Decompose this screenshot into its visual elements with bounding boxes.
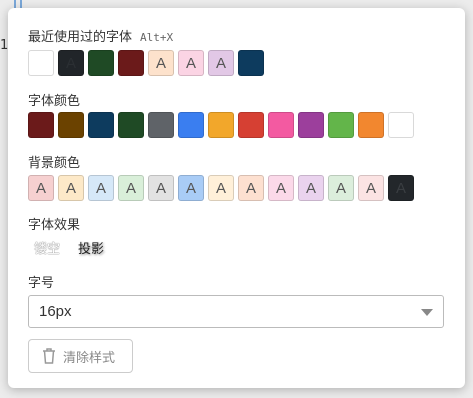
recent-font-swatch[interactable] xyxy=(118,50,144,76)
bg-color-title: 背景颜色 xyxy=(28,156,81,171)
bg-color-row: AAAAAAAAAAAAA xyxy=(28,175,414,201)
bg-color-swatch[interactable]: A xyxy=(28,175,54,201)
bg-color-swatch[interactable]: A xyxy=(88,175,114,201)
recent-font-swatch[interactable]: A xyxy=(148,50,174,76)
font-color-swatch[interactable] xyxy=(58,112,84,138)
effect-shadow-option[interactable]: 投影 xyxy=(78,238,104,257)
font-effect-title: 字体效果 xyxy=(28,218,81,233)
recent-font-swatch[interactable]: A xyxy=(58,50,84,76)
recent-fonts-title: 最近使用过的字体 xyxy=(28,30,133,45)
font-color-swatch[interactable] xyxy=(238,112,264,138)
recent-font-swatch[interactable] xyxy=(238,50,264,76)
recent-font-swatch[interactable]: A xyxy=(208,50,234,76)
font-size-select[interactable]: 16px xyxy=(28,295,444,328)
bg-color-swatch[interactable]: A xyxy=(328,175,354,201)
bg-color-swatch[interactable]: A xyxy=(178,175,204,201)
font-color-swatch[interactable] xyxy=(118,112,144,138)
bg-color-swatch[interactable]: A xyxy=(388,175,414,201)
bg-color-swatch[interactable]: A xyxy=(268,175,294,201)
font-color-swatch[interactable] xyxy=(148,112,174,138)
recent-fonts-shortcut: Alt+X xyxy=(140,31,174,44)
recent-font-swatch[interactable] xyxy=(28,50,54,76)
trash-icon xyxy=(39,346,59,366)
effect-hollow-option[interactable]: 镂空 xyxy=(28,238,60,257)
text-style-popover: 最近使用过的字体 Alt+X AAAA 字体颜色 背景颜色 AAAAAAAAAAA… xyxy=(8,8,465,388)
bg-color-swatch[interactable]: A xyxy=(238,175,264,201)
font-color-swatch[interactable] xyxy=(88,112,114,138)
font-color-swatch[interactable] xyxy=(268,112,294,138)
recent-font-swatch[interactable] xyxy=(88,50,114,76)
font-color-swatch[interactable] xyxy=(388,112,414,138)
font-color-swatch[interactable] xyxy=(178,112,204,138)
font-color-swatch[interactable] xyxy=(328,112,354,138)
font-color-row xyxy=(28,112,414,138)
font-color-title: 字体颜色 xyxy=(28,94,81,109)
bg-color-swatch[interactable]: A xyxy=(58,175,84,201)
bg-color-swatch[interactable]: A xyxy=(358,175,384,201)
font-size-title: 字号 xyxy=(28,276,55,291)
clear-style-label: 清除样式 xyxy=(63,350,116,366)
bg-color-swatch[interactable]: A xyxy=(208,175,234,201)
font-color-swatch[interactable] xyxy=(298,112,324,138)
recent-fonts-header: 最近使用过的字体 Alt+X xyxy=(28,26,173,45)
font-effect-options: 镂空 投影 xyxy=(28,238,104,257)
font-color-swatch[interactable] xyxy=(208,112,234,138)
bg-color-swatch[interactable]: A xyxy=(118,175,144,201)
font-color-swatch[interactable] xyxy=(28,112,54,138)
recent-font-swatch[interactable]: A xyxy=(178,50,204,76)
chevron-down-icon xyxy=(421,309,433,316)
font-size-value: 16px xyxy=(39,303,72,320)
font-color-swatch[interactable] xyxy=(358,112,384,138)
bg-color-swatch[interactable]: A xyxy=(298,175,324,201)
clear-style-button[interactable]: 清除样式 xyxy=(28,339,133,373)
bg-color-swatch[interactable]: A xyxy=(148,175,174,201)
recent-fonts-row: AAAA xyxy=(28,50,264,76)
